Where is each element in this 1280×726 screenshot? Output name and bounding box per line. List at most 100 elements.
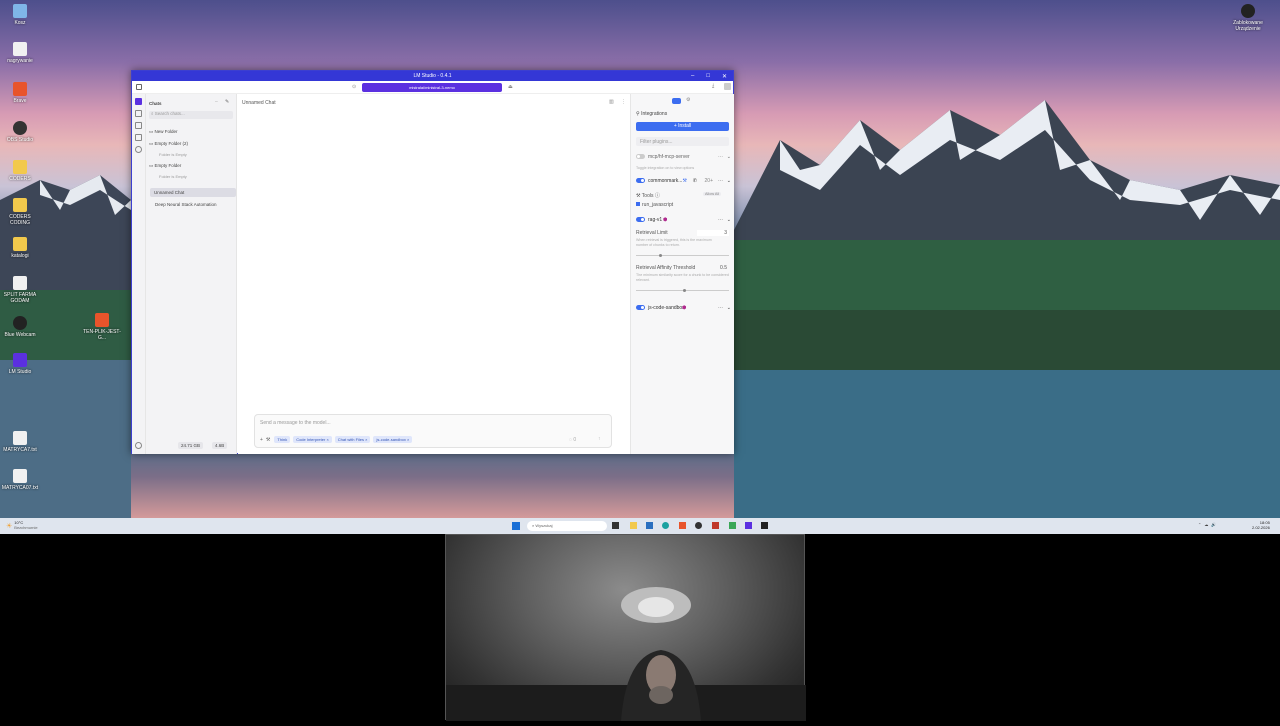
- new-chat-icon[interactable]: ✎: [225, 99, 229, 105]
- desktop-icon[interactable]: Kosz: [0, 4, 40, 26]
- search-input[interactable]: ⌕ Search chats...: [149, 111, 233, 119]
- desktop-icon[interactable]: MATRYCA07.txt: [0, 469, 40, 491]
- window-title: LM Studio - 0.4.1: [413, 73, 452, 79]
- desktop-icon[interactable]: SPLIT FARMA GODAM: [0, 276, 40, 304]
- more-icon[interactable]: ⋯: [718, 305, 723, 311]
- settings-dot-icon[interactable]: ⊙: [352, 84, 356, 90]
- install-button[interactable]: + Install: [636, 122, 729, 131]
- collapse-icon[interactable]: –: [215, 99, 218, 105]
- lm-studio-icon[interactable]: [745, 522, 752, 529]
- search-icon[interactable]: [135, 146, 142, 153]
- desktop-icon[interactable]: OBS Studio: [0, 121, 40, 143]
- folder-icon[interactable]: [135, 134, 142, 141]
- chat-icon[interactable]: [135, 98, 142, 105]
- integrations-panel: ⚙ ⚲ Integrations + Install Filter plugin…: [630, 94, 734, 454]
- plugin-badge: 20+: [704, 178, 713, 184]
- slider-thumb[interactable]: [682, 289, 686, 292]
- tab-settings-icon[interactable]: ⚙: [686, 97, 690, 103]
- affinity-value[interactable]: 0.5: [697, 265, 729, 271]
- affinity-slider[interactable]: [636, 289, 729, 292]
- desktop-icon[interactable]: CODERS: [0, 160, 40, 182]
- allow-all-button[interactable]: Allow All: [703, 192, 722, 196]
- desktop-icon[interactable]: katalogi: [0, 237, 40, 259]
- chip-code-interpreter[interactable]: Code Interpreter ×: [293, 436, 332, 443]
- app-icon[interactable]: [729, 522, 736, 529]
- lm-studio-window: LM Studio - 0.4.1 – □ ✕ ⊙ mistralai/mini…: [131, 70, 734, 454]
- store-icon[interactable]: [646, 522, 653, 529]
- new-folder-button[interactable]: ▭ New Folder: [149, 129, 178, 135]
- chevron-down-icon[interactable]: ⌄: [727, 178, 731, 184]
- desktop-icon[interactable]: TEN-PLIK-JEST-G...: [82, 313, 122, 341]
- maximize-icon[interactable]: □: [706, 73, 710, 79]
- brave-icon[interactable]: [679, 522, 686, 529]
- minimize-icon[interactable]: –: [691, 73, 694, 79]
- tab-integrations-icon[interactable]: [672, 98, 681, 104]
- taskbar-search[interactable]: ⌕ Wyszukaj: [527, 521, 607, 531]
- explorer-icon[interactable]: [630, 522, 637, 529]
- more-icon[interactable]: ⋯: [718, 217, 723, 223]
- desktop-icon[interactable]: MATRYCA7.txt: [0, 431, 40, 453]
- more-icon[interactable]: ⋯: [718, 178, 723, 184]
- plugin-toggle[interactable]: [636, 217, 645, 223]
- filter-plugins-input[interactable]: Filter plugins...: [636, 137, 729, 146]
- webcam-feed: [445, 534, 806, 721]
- plugin-toggle[interactable]: [636, 154, 645, 160]
- chats-heading: Chats: [149, 101, 162, 106]
- task-view-icon[interactable]: [612, 522, 619, 529]
- clock[interactable]: 18:05 2.02.2026: [1252, 520, 1270, 530]
- nav-rail: [132, 94, 146, 454]
- desktop-icon[interactable]: LM Studio: [0, 353, 40, 375]
- plugin-status-icon: ⬢: [663, 217, 668, 223]
- more-icon[interactable]: ⋯: [718, 154, 723, 160]
- weather-widget[interactable]: ☀ 10°C Bezchmurnie: [6, 520, 38, 530]
- models-icon[interactable]: [135, 122, 142, 129]
- chevron-down-icon[interactable]: ⌄: [727, 154, 731, 160]
- message-input[interactable]: Send a message to the model...: [260, 420, 331, 426]
- split-view-icon[interactable]: ▥: [609, 99, 614, 105]
- eject-icon[interactable]: ⏏: [508, 84, 513, 90]
- desktop-icon[interactable]: Blue Webcam: [0, 316, 40, 338]
- desktop-icon[interactable]: Zablokowane Urządzenie: [1228, 4, 1268, 32]
- chevron-down-icon[interactable]: ⌄: [727, 305, 731, 311]
- download-icon[interactable]: ⤓: [712, 83, 714, 89]
- model-selector[interactable]: mistralai/ministral-3-nemo: [362, 83, 502, 92]
- file-icon: [13, 276, 27, 290]
- send-icon[interactable]: ↑: [598, 436, 601, 442]
- folder-item[interactable]: ▭ Empty Folder: [149, 163, 181, 169]
- app-icon[interactable]: [712, 522, 719, 529]
- tool-item[interactable]: run_javascript: [636, 202, 673, 208]
- chat-item[interactable]: Deep Neural Stack Automation: [155, 202, 217, 207]
- plugin-toggle[interactable]: [636, 305, 645, 311]
- system-tray[interactable]: ⌃☁🔊: [1198, 522, 1219, 527]
- start-icon[interactable]: [512, 522, 520, 530]
- edge-icon[interactable]: [662, 522, 669, 529]
- chat-item-active[interactable]: Unnamed Chat: [150, 188, 236, 197]
- chevron-down-icon[interactable]: ⌄: [727, 217, 731, 223]
- file-icon: [13, 469, 27, 483]
- desktop-icon[interactable]: nagrywanie: [0, 42, 40, 64]
- terminal-icon[interactable]: [761, 522, 768, 529]
- retrieval-limit-label: Retrieval Limit: [636, 230, 668, 236]
- checkbox-icon[interactable]: [636, 202, 640, 206]
- webcam-icon[interactable]: [695, 522, 702, 529]
- tools-icon[interactable]: ⚒: [266, 437, 270, 443]
- slider-thumb[interactable]: [659, 254, 663, 257]
- title-bar[interactable]: LM Studio - 0.4.1 – □ ✕: [132, 71, 733, 81]
- chat-title[interactable]: Unnamed Chat: [242, 100, 276, 106]
- panel-toggle-icon[interactable]: [724, 83, 731, 90]
- desktop-icon[interactable]: CODERS CODING: [0, 198, 40, 226]
- sidebar-toggle-icon[interactable]: [136, 84, 142, 90]
- terminal-icon[interactable]: [135, 110, 142, 117]
- desktop-icon[interactable]: Brave: [0, 82, 40, 104]
- chip-chat-with-files[interactable]: Chat with Files ×: [334, 436, 371, 443]
- retrieval-limit-value[interactable]: 3: [697, 230, 729, 236]
- chip-think[interactable]: Think: [274, 436, 291, 443]
- folder-item[interactable]: ▭ Empty Folder (2): [149, 141, 188, 147]
- chip-js-code-sandbox[interactable]: js-code-sandbox ×: [373, 436, 413, 443]
- plugin-toggle[interactable]: [636, 178, 645, 184]
- more-icon[interactable]: ⋮: [621, 99, 626, 105]
- gear-icon[interactable]: [135, 442, 142, 449]
- retrieval-limit-slider[interactable]: [636, 254, 729, 257]
- close-icon[interactable]: ✕: [722, 73, 727, 80]
- plus-icon[interactable]: +: [260, 437, 263, 443]
